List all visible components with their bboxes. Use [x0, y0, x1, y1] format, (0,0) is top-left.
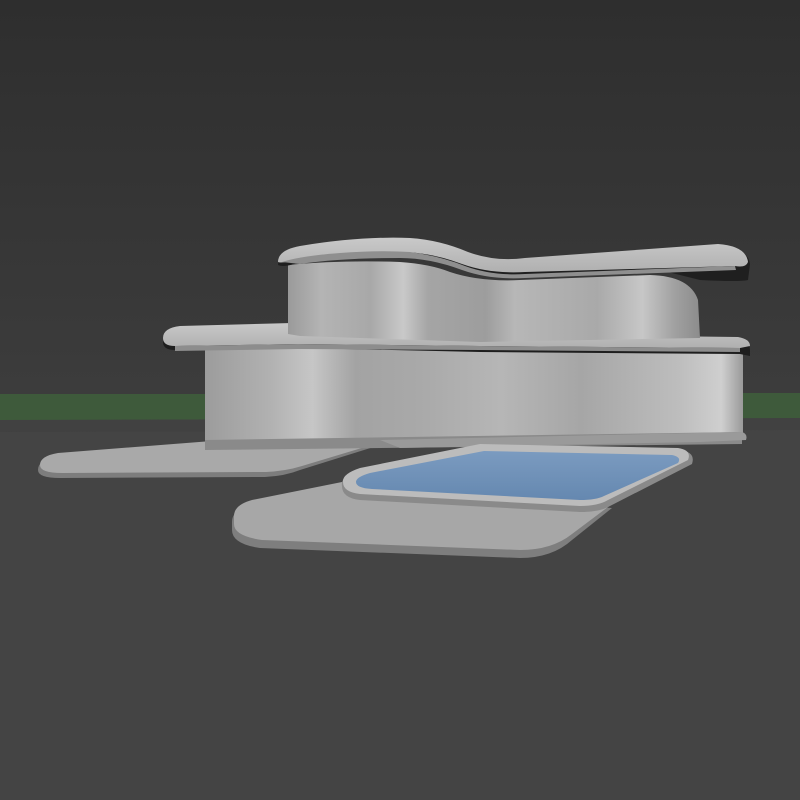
scene-canvas [0, 0, 800, 800]
grass-strip-right [735, 393, 800, 419]
grass-strip-left [0, 394, 215, 420]
render-viewport [0, 0, 800, 800]
lower-wall-main [205, 348, 743, 444]
